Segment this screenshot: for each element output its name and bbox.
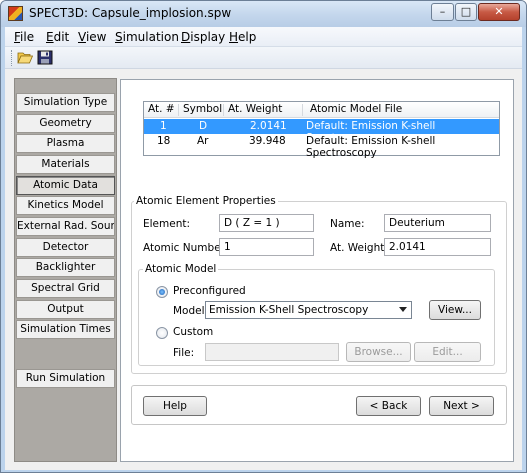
edit-button[interactable]: Edit... [414,342,481,362]
title-bar[interactable]: SPECT3D: Capsule_implosion.spw – □ ✕ [1,1,526,27]
open-folder-icon[interactable] [17,50,33,65]
nav-kinetics-model[interactable]: Kinetics Model [16,196,115,215]
nav-geometry[interactable]: Geometry [16,114,115,133]
element-table[interactable]: At. # Symbol At. Weight Atomic Model Fil… [143,101,500,159]
weight-field[interactable]: 2.0141 [384,238,491,256]
cell-symbol: D [199,120,208,132]
toolbar [5,47,522,69]
menu-edit[interactable]: Edit [46,30,69,44]
cell-atomic-number: 1 [160,120,167,132]
app-icon [8,6,23,21]
menu-simulation[interactable]: Simulation [115,30,179,44]
app-window: SPECT3D: Capsule_implosion.spw – □ ✕ Fil… [0,0,527,473]
menu-display[interactable]: Display [181,30,225,44]
column-divider[interactable] [302,104,303,116]
nav-atomic-data[interactable]: Atomic Data [16,176,115,195]
nav-simulation-times[interactable]: Simulation Times [16,320,115,339]
custom-radio[interactable] [156,327,168,339]
view-button[interactable]: View... [429,300,481,320]
window-title: SPECT3D: Capsule_implosion.spw [29,6,232,20]
element-field[interactable]: D ( Z = 1 ) [219,214,314,232]
minimize-button[interactable]: – [431,3,454,21]
preconfigured-label[interactable]: Preconfigured [173,285,246,297]
cell-weight: 2.0141 [250,120,287,132]
nav-external-rad-source[interactable]: External Rad. Source [16,217,115,236]
cell-model-file: Default: Emission K-shell Spectroscopy [306,135,436,159]
preconfigured-radio[interactable] [156,286,168,298]
menu-bar: File Edit View Simulation Display Help [5,27,522,47]
save-icon[interactable] [37,50,53,65]
cell-atomic-number: 18 [157,135,171,147]
column-divider[interactable] [223,104,224,116]
column-header-atomic-number[interactable]: At. # [148,103,175,115]
nav-output[interactable]: Output [16,300,115,319]
atomic-model-title: Atomic Model [143,263,219,275]
atomic-number-label: Atomic Number: [143,242,229,254]
custom-label[interactable]: Custom [173,326,213,338]
column-header-symbol[interactable]: Symbol [183,103,222,115]
name-field[interactable]: Deuterium [384,214,491,232]
menu-view[interactable]: View [78,30,106,44]
menu-file[interactable]: File [14,30,34,44]
atomic-number-field[interactable]: 1 [219,238,314,256]
nav-spectral-grid[interactable]: Spectral Grid [16,279,115,298]
nav-materials[interactable]: Materials [16,155,115,174]
table-row[interactable]: 1 D 2.0141 Default: Emission K-shell Spe… [144,119,499,144]
navigation-panel: Simulation Type Geometry Plasma Material… [14,78,117,462]
model-select-value: Emission K-Shell Spectroscopy [209,304,369,316]
back-button[interactable]: < Back [356,396,421,416]
cell-weight: 39.948 [249,135,286,147]
file-label: File: [173,347,195,359]
atomic-data-panel: At. # Symbol At. Weight Atomic Model Fil… [120,79,514,462]
cell-symbol: Ar [197,135,209,147]
column-header-weight[interactable]: At. Weight [228,103,282,115]
model-label: Model: [173,305,209,317]
weight-label: At. Weight: [330,242,388,254]
table-row[interactable]: 18 Ar 39.948 Default: Emission K-shell S… [144,134,499,159]
nav-detector[interactable]: Detector [16,238,115,257]
close-button[interactable]: ✕ [478,3,520,21]
next-button[interactable]: Next > [429,396,494,416]
column-divider[interactable] [178,104,179,116]
run-simulation-button[interactable]: Run Simulation [16,369,115,388]
nav-simulation-type[interactable]: Simulation Type [16,93,115,112]
toolbar-grip[interactable] [11,50,13,66]
model-select[interactable]: Emission K-Shell Spectroscopy [205,301,412,319]
help-button[interactable]: Help [143,396,207,416]
nav-backlighter[interactable]: Backlighter [16,258,115,277]
menu-help[interactable]: Help [229,30,256,44]
browse-button[interactable]: Browse... [346,342,411,362]
maximize-button[interactable]: □ [455,3,477,21]
name-label: Name: [330,218,365,230]
element-label: Element: [143,218,191,230]
client-area: Simulation Type Geometry Plasma Material… [5,69,522,470]
chevron-down-icon[interactable] [399,307,407,312]
nav-plasma[interactable]: Plasma [16,134,115,153]
element-properties-title: Atomic Element Properties [134,195,278,207]
column-header-model-file[interactable]: Atomic Model File [310,103,402,115]
table-header: At. # Symbol At. Weight Atomic Model Fil… [144,102,499,118]
file-field[interactable] [205,343,339,361]
